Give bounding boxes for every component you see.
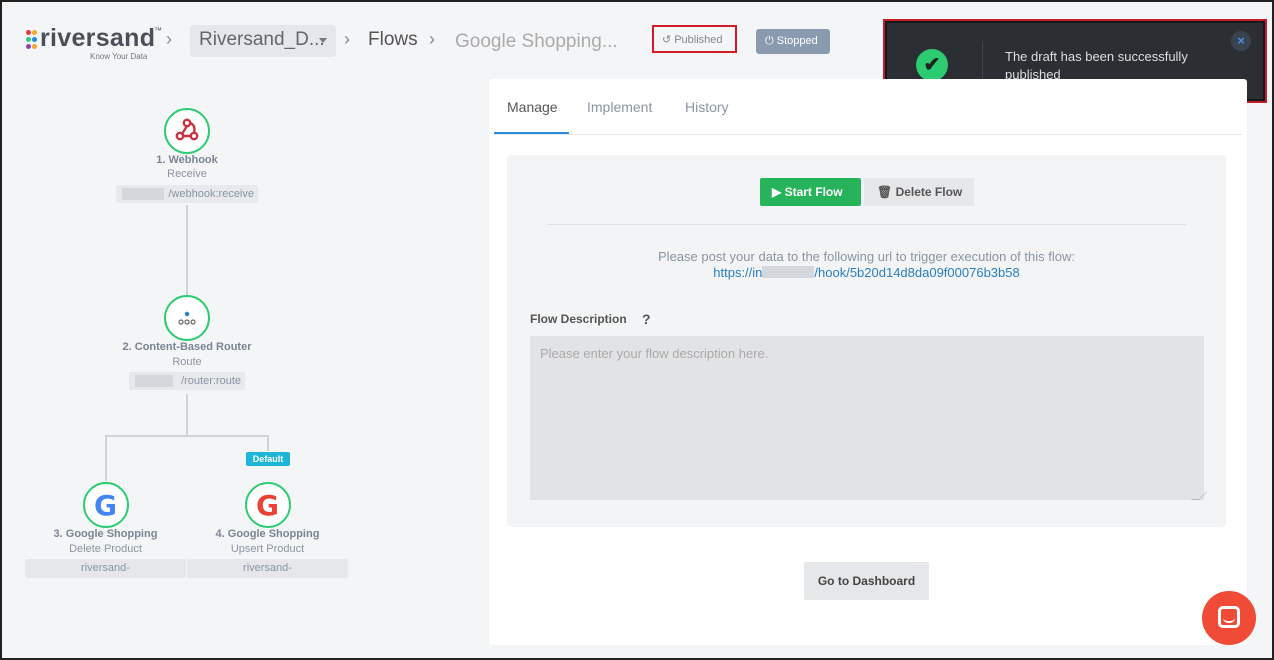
go-to-dashboard-button[interactable]: Go to Dashboard [804,562,929,600]
chat-launcher-button[interactable] [1202,591,1256,645]
check-circle-icon: ✔ [916,49,948,81]
node-endpoint-pill: riversand- [25,559,186,578]
breadcrumb-separator-icon: › [166,29,172,49]
connector-line [186,394,188,436]
redacted-mask [135,375,173,387]
logo-word: riversand [40,24,156,52]
node-title: 3. Google Shopping [53,528,158,540]
panel-tabs: Manage Implement History [494,79,1242,135]
webhook-url-note: Please post your data to the following u… [658,249,1075,264]
webhook-url-prefix: https://in [713,265,763,280]
manage-content: ▶ Start Flow 🗑 Delete Flow Please post y… [507,155,1226,527]
flow-node-router[interactable] [164,295,210,341]
logo-tagline: Know Your Data [90,52,148,61]
node-endpoint-text: /router:route [181,375,241,387]
node-subtitle: Upsert Product [230,543,305,555]
power-icon: ⏻ [765,35,774,47]
divider [547,224,1186,225]
node-subtitle: Receive [167,168,207,180]
node-endpoint-pill: /router:route [129,372,245,390]
webhook-url-link[interactable]: https://in/hook/5b20d14d8da09f00076b3b58 [507,265,1226,280]
tenant-select[interactable]: Riversand_D... [190,25,336,57]
node-title: 4. Google Shopping [215,528,320,540]
connector-line [105,435,269,437]
published-status-badge[interactable]: ↺ Published [652,25,737,53]
riversand-logo[interactable]: riversand ™ Know Your Data [26,24,166,62]
help-icon[interactable]: ? [642,311,651,327]
delete-flow-label: Delete Flow [895,185,963,199]
google-icon: G [94,489,117,522]
default-badge: Default [246,452,290,466]
play-icon: ▶ [772,185,782,199]
start-flow-button[interactable]: ▶ Start Flow [760,178,861,206]
node-title: 2. Content-Based Router [122,341,252,353]
published-label: Published [674,34,723,46]
flow-node-google-shopping-delete[interactable]: G [83,482,129,528]
router-icon [178,311,196,325]
chat-bubble-icon [1218,606,1240,628]
chevron-down-icon [319,38,327,43]
node-endpoint-text: /webhook:receive [168,188,254,200]
trash-icon: 🗑 [877,185,893,199]
close-icon[interactable]: × [1231,31,1251,51]
breadcrumb-flows-link[interactable]: Flows [368,29,418,51]
tab-history[interactable]: History [685,99,729,115]
active-tab-indicator [494,132,569,134]
delete-flow-button[interactable]: 🗑 Delete Flow [864,178,974,206]
flow-description-input[interactable] [530,336,1204,500]
tab-implement[interactable]: Implement [587,99,652,115]
stopped-status-badge[interactable]: ⏻ Stopped [756,29,830,54]
node-subtitle: Route [172,356,202,368]
connector-line [267,435,269,451]
flow-node-webhook[interactable] [164,108,210,154]
start-flow-label: Start Flow [784,185,843,199]
breadcrumb-separator-icon: › [429,29,435,49]
flow-node-google-shopping-upsert[interactable]: G [245,482,291,528]
webhook-icon [175,118,199,141]
breadcrumb-separator-icon: › [344,29,350,49]
webhook-url-suffix: /hook/5b20d14d8da09f00076b3b58 [814,265,1020,280]
tab-manage[interactable]: Manage [507,99,558,115]
logo-trademark: ™ [154,26,162,35]
google-icon: G [256,489,279,522]
breadcrumb-flow-name: Google Shopping... [455,31,618,52]
node-endpoint-pill: riversand- [187,559,348,578]
history-icon: ↺ [662,34,672,46]
connector-line [186,205,188,297]
stopped-label: Stopped [776,35,818,47]
node-title: 1. Webhook [156,154,218,166]
node-subtitle: Delete Product [69,543,142,555]
node-endpoint-pill: /webhook:receive [116,185,258,203]
logo-dots-icon [26,30,38,50]
tenant-select-value: Riversand_D... [199,29,325,50]
connector-line [105,435,107,481]
redacted-mask [762,266,815,278]
redacted-mask [122,188,164,200]
flow-description-label: Flow Description [530,312,627,326]
flow-manage-panel: Manage Implement History ▶ Start Flow 🗑 … [489,79,1247,645]
